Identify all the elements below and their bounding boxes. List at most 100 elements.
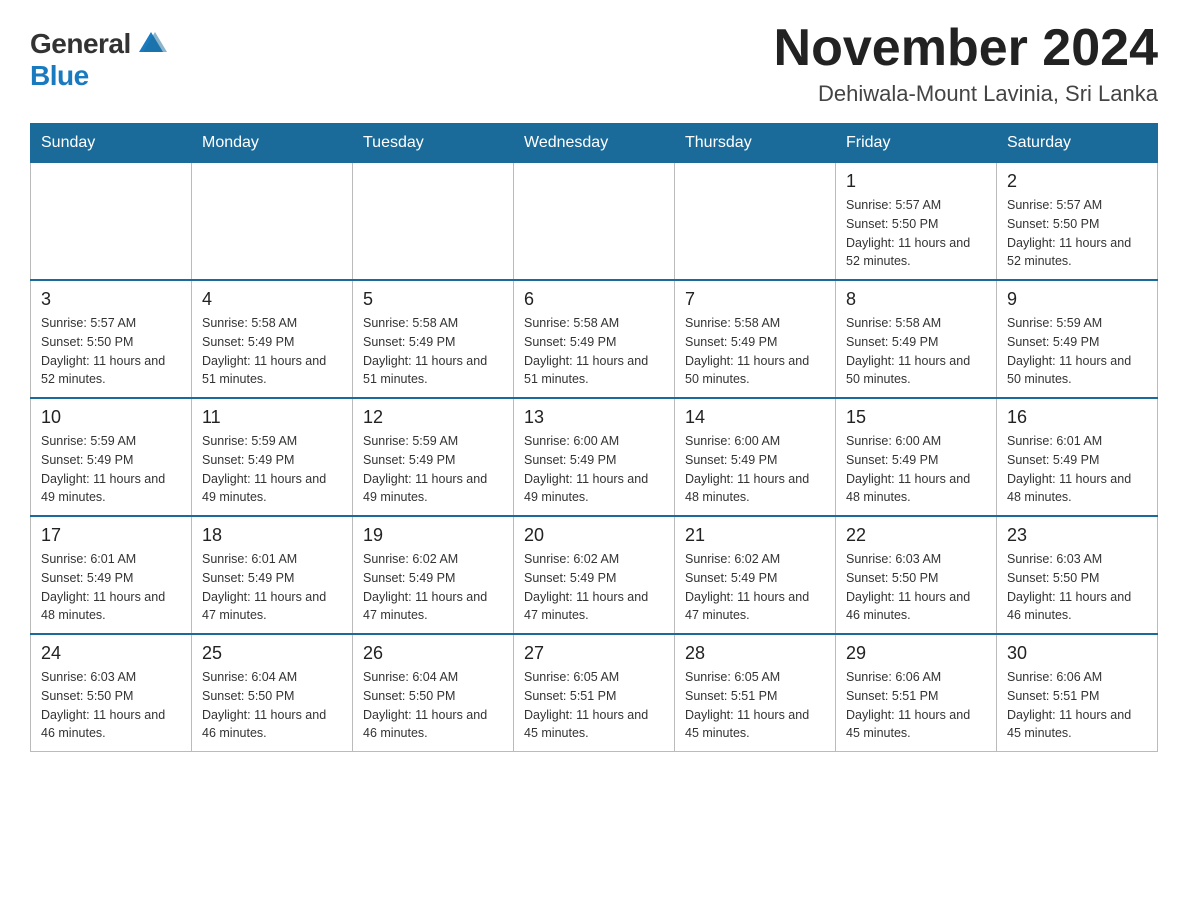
day-number: 1: [846, 171, 986, 192]
calendar-week-row: 24 Sunrise: 6:03 AM Sunset: 5:50 PM Dayli…: [31, 634, 1158, 752]
day-number: 24: [41, 643, 181, 664]
day-info: Sunrise: 6:06 AM Sunset: 5:51 PM Dayligh…: [1007, 668, 1147, 743]
header-wednesday: Wednesday: [514, 124, 675, 163]
table-row: 21 Sunrise: 6:02 AM Sunset: 5:49 PM Dayli…: [675, 516, 836, 634]
table-row: 27 Sunrise: 6:05 AM Sunset: 5:51 PM Dayli…: [514, 634, 675, 752]
day-info: Sunrise: 5:59 AM Sunset: 5:49 PM Dayligh…: [41, 432, 181, 507]
day-number: 28: [685, 643, 825, 664]
day-number: 21: [685, 525, 825, 546]
day-info: Sunrise: 6:03 AM Sunset: 5:50 PM Dayligh…: [41, 668, 181, 743]
day-info: Sunrise: 6:02 AM Sunset: 5:49 PM Dayligh…: [685, 550, 825, 625]
day-number: 18: [202, 525, 342, 546]
table-row: 1 Sunrise: 5:57 AM Sunset: 5:50 PM Daylig…: [836, 163, 997, 281]
table-row: [353, 163, 514, 281]
day-number: 12: [363, 407, 503, 428]
day-info: Sunrise: 6:01 AM Sunset: 5:49 PM Dayligh…: [41, 550, 181, 625]
day-number: 15: [846, 407, 986, 428]
calendar-week-row: 17 Sunrise: 6:01 AM Sunset: 5:49 PM Dayli…: [31, 516, 1158, 634]
table-row: 7Sunrise: 5:58 AM Sunset: 5:49 PM Daylig…: [675, 280, 836, 398]
day-number: 27: [524, 643, 664, 664]
header: General Blue November 2024 Dehiwala-Moun…: [30, 20, 1158, 107]
day-number: 20: [524, 525, 664, 546]
table-row: [514, 163, 675, 281]
calendar-table: Sunday Monday Tuesday Wednesday Thursday…: [30, 123, 1158, 752]
table-row: 23 Sunrise: 6:03 AM Sunset: 5:50 PM Dayli…: [997, 516, 1158, 634]
calendar-header-row: Sunday Monday Tuesday Wednesday Thursday…: [31, 124, 1158, 163]
day-info: Sunrise: 6:00 AM Sunset: 5:49 PM Dayligh…: [846, 432, 986, 507]
location-subtitle: Dehiwala-Mount Lavinia, Sri Lanka: [774, 81, 1158, 107]
day-info: Sunrise: 5:59 AM Sunset: 5:49 PM Dayligh…: [202, 432, 342, 507]
table-row: 22 Sunrise: 6:03 AM Sunset: 5:50 PM Dayli…: [836, 516, 997, 634]
month-title: November 2024: [774, 20, 1158, 77]
day-number: 8: [846, 289, 986, 310]
logo-blue-text: Blue: [30, 60, 89, 92]
day-info: Sunrise: 6:01 AM Sunset: 5:49 PM Dayligh…: [202, 550, 342, 625]
day-info: Sunrise: 5:57 AM Sunset: 5:50 PM Dayligh…: [846, 196, 986, 271]
table-row: 17 Sunrise: 6:01 AM Sunset: 5:49 PM Dayli…: [31, 516, 192, 634]
day-number: 30: [1007, 643, 1147, 664]
logo: General Blue: [30, 28, 167, 92]
header-monday: Monday: [192, 124, 353, 163]
day-number: 4: [202, 289, 342, 310]
day-number: 26: [363, 643, 503, 664]
day-info: Sunrise: 5:59 AM Sunset: 5:49 PM Dayligh…: [363, 432, 503, 507]
day-number: 9: [1007, 289, 1147, 310]
table-row: 25 Sunrise: 6:04 AM Sunset: 5:50 PM Dayli…: [192, 634, 353, 752]
day-info: Sunrise: 6:00 AM Sunset: 5:49 PM Dayligh…: [685, 432, 825, 507]
table-row: 14Sunrise: 6:00 AM Sunset: 5:49 PM Dayli…: [675, 398, 836, 516]
day-info: Sunrise: 6:03 AM Sunset: 5:50 PM Dayligh…: [1007, 550, 1147, 625]
day-info: Sunrise: 6:04 AM Sunset: 5:50 PM Dayligh…: [202, 668, 342, 743]
header-friday: Friday: [836, 124, 997, 163]
day-info: Sunrise: 5:57 AM Sunset: 5:50 PM Dayligh…: [41, 314, 181, 389]
day-number: 16: [1007, 407, 1147, 428]
day-number: 3: [41, 289, 181, 310]
header-sunday: Sunday: [31, 124, 192, 163]
day-info: Sunrise: 5:58 AM Sunset: 5:49 PM Dayligh…: [202, 314, 342, 389]
table-row: 12 Sunrise: 5:59 AM Sunset: 5:49 PM Dayli…: [353, 398, 514, 516]
day-info: Sunrise: 5:59 AM Sunset: 5:49 PM Dayligh…: [1007, 314, 1147, 389]
day-info: Sunrise: 5:58 AM Sunset: 5:49 PM Dayligh…: [685, 314, 825, 389]
table-row: 26 Sunrise: 6:04 AM Sunset: 5:50 PM Dayli…: [353, 634, 514, 752]
header-tuesday: Tuesday: [353, 124, 514, 163]
logo-icon: [135, 28, 167, 60]
table-row: 13 Sunrise: 6:00 AM Sunset: 5:49 PM Dayli…: [514, 398, 675, 516]
table-row: 8 Sunrise: 5:58 AM Sunset: 5:49 PM Daylig…: [836, 280, 997, 398]
day-number: 22: [846, 525, 986, 546]
day-info: Sunrise: 6:03 AM Sunset: 5:50 PM Dayligh…: [846, 550, 986, 625]
table-row: 19 Sunrise: 6:02 AM Sunset: 5:49 PM Dayli…: [353, 516, 514, 634]
day-number: 13: [524, 407, 664, 428]
table-row: 18 Sunrise: 6:01 AM Sunset: 5:49 PM Dayli…: [192, 516, 353, 634]
day-info: Sunrise: 6:04 AM Sunset: 5:50 PM Dayligh…: [363, 668, 503, 743]
table-row: [31, 163, 192, 281]
table-row: 20Sunrise: 6:02 AM Sunset: 5:49 PM Dayli…: [514, 516, 675, 634]
day-info: Sunrise: 5:57 AM Sunset: 5:50 PM Dayligh…: [1007, 196, 1147, 271]
table-row: 11 Sunrise: 5:59 AM Sunset: 5:49 PM Dayli…: [192, 398, 353, 516]
day-info: Sunrise: 6:01 AM Sunset: 5:49 PM Dayligh…: [1007, 432, 1147, 507]
header-thursday: Thursday: [675, 124, 836, 163]
day-info: Sunrise: 6:05 AM Sunset: 5:51 PM Dayligh…: [685, 668, 825, 743]
table-row: 15 Sunrise: 6:00 AM Sunset: 5:49 PM Dayli…: [836, 398, 997, 516]
table-row: 6Sunrise: 5:58 AM Sunset: 5:49 PM Daylig…: [514, 280, 675, 398]
table-row: 29Sunrise: 6:06 AM Sunset: 5:51 PM Dayli…: [836, 634, 997, 752]
table-row: 28 Sunrise: 6:05 AM Sunset: 5:51 PM Dayli…: [675, 634, 836, 752]
day-info: Sunrise: 6:02 AM Sunset: 5:49 PM Dayligh…: [363, 550, 503, 625]
table-row: [192, 163, 353, 281]
day-number: 23: [1007, 525, 1147, 546]
day-number: 11: [202, 407, 342, 428]
title-section: November 2024 Dehiwala-Mount Lavinia, Sr…: [774, 20, 1158, 107]
day-number: 25: [202, 643, 342, 664]
header-saturday: Saturday: [997, 124, 1158, 163]
table-row: 24 Sunrise: 6:03 AM Sunset: 5:50 PM Dayli…: [31, 634, 192, 752]
table-row: 16 Sunrise: 6:01 AM Sunset: 5:49 PM Dayli…: [997, 398, 1158, 516]
day-number: 19: [363, 525, 503, 546]
day-number: 6: [524, 289, 664, 310]
table-row: 30 Sunrise: 6:06 AM Sunset: 5:51 PM Dayli…: [997, 634, 1158, 752]
day-info: Sunrise: 5:58 AM Sunset: 5:49 PM Dayligh…: [846, 314, 986, 389]
table-row: 5Sunrise: 5:58 AM Sunset: 5:49 PM Daylig…: [353, 280, 514, 398]
table-row: 3 Sunrise: 5:57 AM Sunset: 5:50 PM Daylig…: [31, 280, 192, 398]
day-number: 17: [41, 525, 181, 546]
table-row: 9 Sunrise: 5:59 AM Sunset: 5:49 PM Daylig…: [997, 280, 1158, 398]
table-row: 10Sunrise: 5:59 AM Sunset: 5:49 PM Dayli…: [31, 398, 192, 516]
day-info: Sunrise: 6:05 AM Sunset: 5:51 PM Dayligh…: [524, 668, 664, 743]
day-info: Sunrise: 6:00 AM Sunset: 5:49 PM Dayligh…: [524, 432, 664, 507]
